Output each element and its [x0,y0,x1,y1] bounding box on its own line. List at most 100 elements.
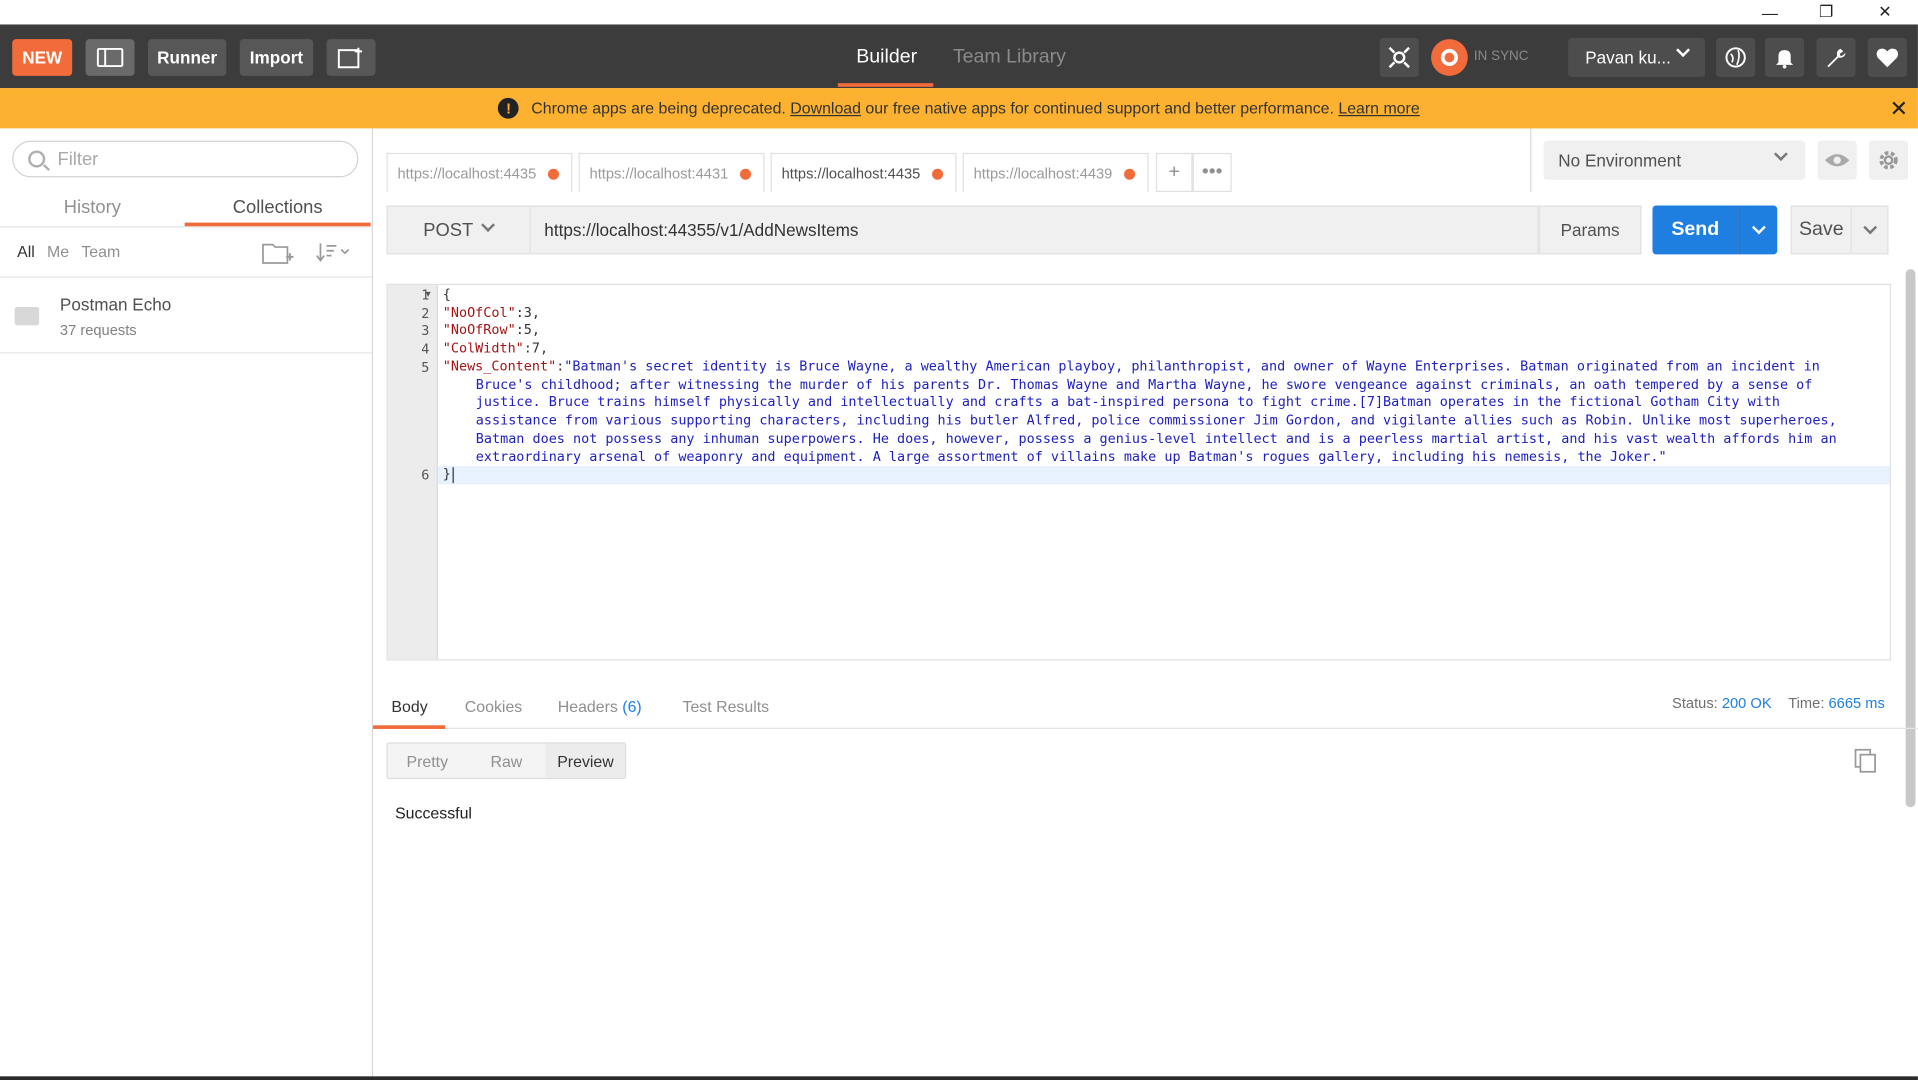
fold-arrow-icon[interactable]: ▾ [426,289,431,300]
tab-test-results[interactable]: Test Results [683,697,770,715]
layout-toggle-button[interactable] [85,39,135,76]
new-window-button[interactable] [326,39,376,76]
json-value: :3, [515,304,541,321]
tab-body[interactable]: Body [391,697,427,715]
headers-tab-label: Headers [557,697,618,716]
line-number: 1 [421,287,430,304]
json-key: "NoOfRow" [442,321,516,338]
code-wrap-line: extraordinary arsenal of weaponry and eq… [476,449,1667,467]
method-select[interactable]: POST [386,205,531,255]
unsaved-dot-icon [932,168,944,180]
save-dropdown-button[interactable] [1851,205,1889,255]
code-wrap-line: Batman does not possess any inhuman supe… [476,431,1837,449]
line-number: 6 [421,467,430,484]
heart-icon [1876,48,1899,68]
restore-button[interactable]: ❐ [1798,0,1854,24]
params-button[interactable]: Params [1538,205,1642,255]
more-tabs-button[interactable]: ••• [1192,152,1232,193]
postman-window: — ❐ ✕ NEW Runner Import Builder Team Lib… [0,0,1918,1080]
chevron-down-icon [1773,147,1788,162]
json-key: "ColWidth" [442,340,524,356]
status-label: Status: [1672,694,1718,712]
code-line: "News_Content":"Batman's secret identity… [443,358,1820,376]
request-tab-active[interactable]: https://localhost:4435 [770,152,957,193]
interceptor-button[interactable] [1379,37,1419,78]
send-button[interactable]: Send [1652,205,1739,255]
user-menu[interactable]: Pavan ku... [1568,37,1706,78]
sync-icon[interactable] [1431,39,1468,76]
request-tab[interactable]: https://localhost:4435 [386,152,573,193]
learn-more-link[interactable]: Learn more [1338,99,1419,117]
line-number: 2 [421,305,430,322]
line-number: 5 [421,359,430,376]
view-preview[interactable]: Preview [545,743,626,778]
minimize-button[interactable]: — [1742,0,1798,24]
time-label: Time: [1788,694,1825,712]
view-raw[interactable]: Raw [467,744,546,778]
request-tab-label: https://localhost:4435 [397,164,537,182]
import-button[interactable]: Import [239,39,314,76]
filter-input[interactable]: Filter [12,140,359,178]
chevron-down-icon [1751,220,1766,235]
manage-environments-button[interactable] [1868,140,1909,180]
code-line: "ColWidth":7, [443,340,548,358]
window-titlebar: — ❐ ✕ [0,0,1918,25]
add-tab-button[interactable]: + [1155,152,1193,193]
taskbar-edge [0,1076,1918,1080]
request-tabs: https://localhost:4435 https://localhost… [373,128,1530,193]
close-banner-icon[interactable]: ✕ [1890,97,1908,123]
tab-builder[interactable]: Builder [856,46,917,68]
folder-icon [14,306,40,326]
settings-button[interactable] [1816,37,1856,78]
eye-icon [1824,154,1850,167]
search-icon [28,150,46,168]
tab-history[interactable]: History [0,187,185,226]
app-header: NEW Runner Import Builder Team Library I… [0,24,1918,89]
json-string: extraordinary arsenal of weaponry and eq… [475,448,1667,465]
filter-all[interactable]: All [17,242,35,260]
text-cursor [452,467,454,484]
tab-team-library[interactable]: Team Library [953,46,1066,68]
new-folder-icon[interactable] [262,241,294,265]
globe-icon [1725,47,1746,68]
tab-headers[interactable]: Headers (6) [558,697,642,715]
banner-text-middle: our free native apps for continued suppo… [865,99,1334,118]
runner-button[interactable]: Runner [148,39,227,76]
new-button[interactable]: NEW [12,39,73,76]
url-input[interactable]: https://localhost:44355/v1/AddNewsItems [530,205,1539,255]
collections-tab-indicator [184,222,371,227]
notifications-button[interactable] [1765,37,1805,78]
response-status: Status: 200 OK [1672,695,1772,712]
deprecation-banner: ! Chrome apps are being deprecated. Down… [0,88,1918,129]
download-link[interactable]: Download [790,99,861,117]
tabs-border [0,226,372,228]
heart-button[interactable] [1867,37,1907,78]
unsaved-dot-icon [740,168,752,180]
filter-team[interactable]: Team [81,242,120,260]
save-button[interactable]: Save [1790,205,1852,255]
tab-collections[interactable]: Collections [185,187,371,226]
environment-select[interactable]: No Environment [1543,140,1806,180]
sync-status: IN SYNC [1473,48,1529,64]
request-tab[interactable]: https://localhost:4439 [962,152,1149,193]
body-tab-indicator [373,725,446,729]
environment-quick-look-button[interactable] [1817,140,1857,180]
method-value: POST [423,219,474,241]
send-dropdown-button[interactable] [1738,205,1778,255]
filter-me[interactable]: Me [47,242,69,260]
request-tab[interactable]: https://localhost:4431 [578,152,765,193]
close-window-button[interactable]: ✕ [1857,0,1913,24]
line-number: 4 [421,341,430,358]
tab-cookies[interactable]: Cookies [465,697,522,715]
wrench-icon [1827,48,1846,68]
collection-item[interactable]: Postman Echo 37 requests [0,278,372,354]
line-number: 3 [421,322,430,339]
copy-icon[interactable] [1854,748,1876,773]
layout-toggle-icon [96,47,124,68]
gear-icon [1879,151,1898,170]
sort-icon[interactable] [316,241,353,263]
view-pretty[interactable]: Pretty [388,744,467,778]
bell-icon [1776,50,1794,69]
request-body-editor[interactable]: 1 ▾ 2 3 4 5 6 { "NoOfCol":3, "NoOfRow":5… [386,283,1891,661]
globe-button[interactable] [1716,37,1756,78]
